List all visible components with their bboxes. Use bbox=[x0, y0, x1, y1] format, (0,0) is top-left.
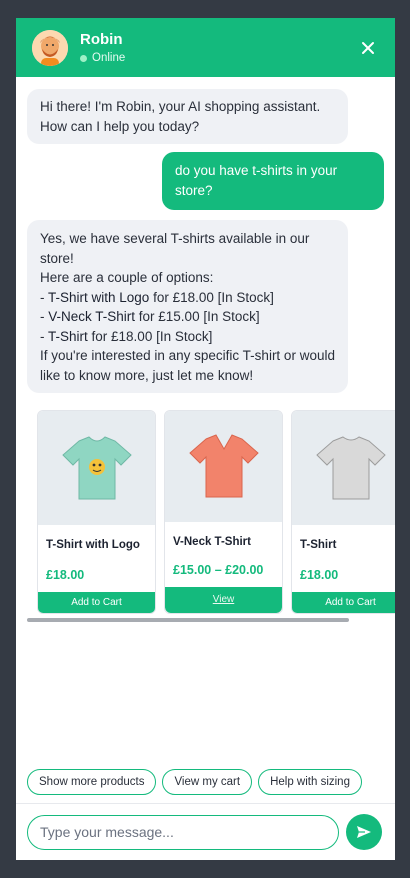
carousel-track: T-Shirt with Logo £18.00 Add to Cart V-N… bbox=[37, 410, 395, 614]
message-input[interactable] bbox=[27, 814, 339, 850]
reply-line: like to know more, just let me know! bbox=[40, 367, 254, 383]
product-image bbox=[292, 411, 395, 526]
product-name: T-Shirt bbox=[300, 539, 337, 552]
greeting-line: Hi there! I'm Robin, your AI shopping as… bbox=[40, 99, 321, 114]
online-dot-icon bbox=[80, 54, 87, 62]
chat-header: Robin Online bbox=[16, 18, 395, 77]
agent-name: Robin bbox=[80, 31, 123, 48]
message-list: Hi there! I'm Robin, your AI shopping as… bbox=[16, 77, 395, 860]
quick-replies: Show more products View my cart Help wit… bbox=[27, 769, 362, 795]
send-icon bbox=[357, 826, 371, 838]
view-product-link[interactable]: View bbox=[165, 587, 282, 613]
quick-reply-help-sizing[interactable]: Help with sizing bbox=[258, 769, 362, 795]
product-price: £15.00 – £20.00 bbox=[173, 563, 264, 578]
agent-info: Robin Online bbox=[80, 31, 357, 64]
product-name: V-Neck T-Shirt bbox=[173, 535, 251, 548]
agent-status: Online bbox=[80, 52, 357, 64]
status-text: Online bbox=[92, 52, 126, 64]
reply-item: - T-Shirt for £18.00 [In Stock] bbox=[40, 328, 213, 344]
add-to-cart-button[interactable]: Add to Cart bbox=[292, 592, 395, 613]
quick-reply-view-cart[interactable]: View my cart bbox=[162, 769, 253, 795]
add-to-cart-button[interactable]: Add to Cart bbox=[38, 592, 155, 613]
quick-reply-show-more-products[interactable]: Show more products bbox=[27, 769, 157, 795]
product-price: £18.00 bbox=[46, 567, 85, 582]
product-card[interactable]: V-Neck T-Shirt £15.00 – £20.00 View bbox=[164, 410, 283, 614]
bot-message-reply: Yes, we have several T-shirts available … bbox=[27, 220, 348, 393]
product-name: T-Shirt with Logo bbox=[46, 539, 140, 552]
bot-message-greeting: Hi there! I'm Robin, your AI shopping as… bbox=[27, 89, 348, 144]
message-composer bbox=[16, 803, 395, 860]
reply-item: - V-Neck T-Shirt for £15.00 [In Stock] bbox=[40, 309, 260, 324]
avatar bbox=[32, 29, 68, 66]
close-icon bbox=[362, 41, 374, 54]
reply-line: If you're interested in any specific T-s… bbox=[40, 348, 335, 363]
close-button[interactable] bbox=[357, 37, 379, 59]
product-image bbox=[38, 411, 155, 526]
reply-line: Yes, we have several T-shirts available … bbox=[40, 231, 310, 266]
reply-item: - T-Shirt with Logo for £18.00 [In Stock… bbox=[40, 289, 274, 305]
user-message: do you have t-shirts in your store? bbox=[162, 152, 384, 210]
product-carousel[interactable]: T-Shirt with Logo £18.00 Add to Cart V-N… bbox=[37, 410, 395, 615]
product-image bbox=[165, 411, 282, 522]
product-price: £18.00 bbox=[300, 567, 339, 582]
send-button[interactable] bbox=[346, 814, 382, 850]
carousel-scrollbar[interactable] bbox=[27, 618, 349, 622]
chat-widget: Robin Online Hi there! I'm Robin, your A… bbox=[16, 18, 395, 860]
product-card[interactable]: T-Shirt with Logo £18.00 Add to Cart bbox=[37, 410, 156, 614]
reply-line: Here are a couple of options: bbox=[40, 270, 214, 285]
product-card[interactable]: T-Shirt £18.00 Add to Cart bbox=[291, 410, 395, 614]
greeting-line: How can I help you today? bbox=[40, 118, 200, 134]
